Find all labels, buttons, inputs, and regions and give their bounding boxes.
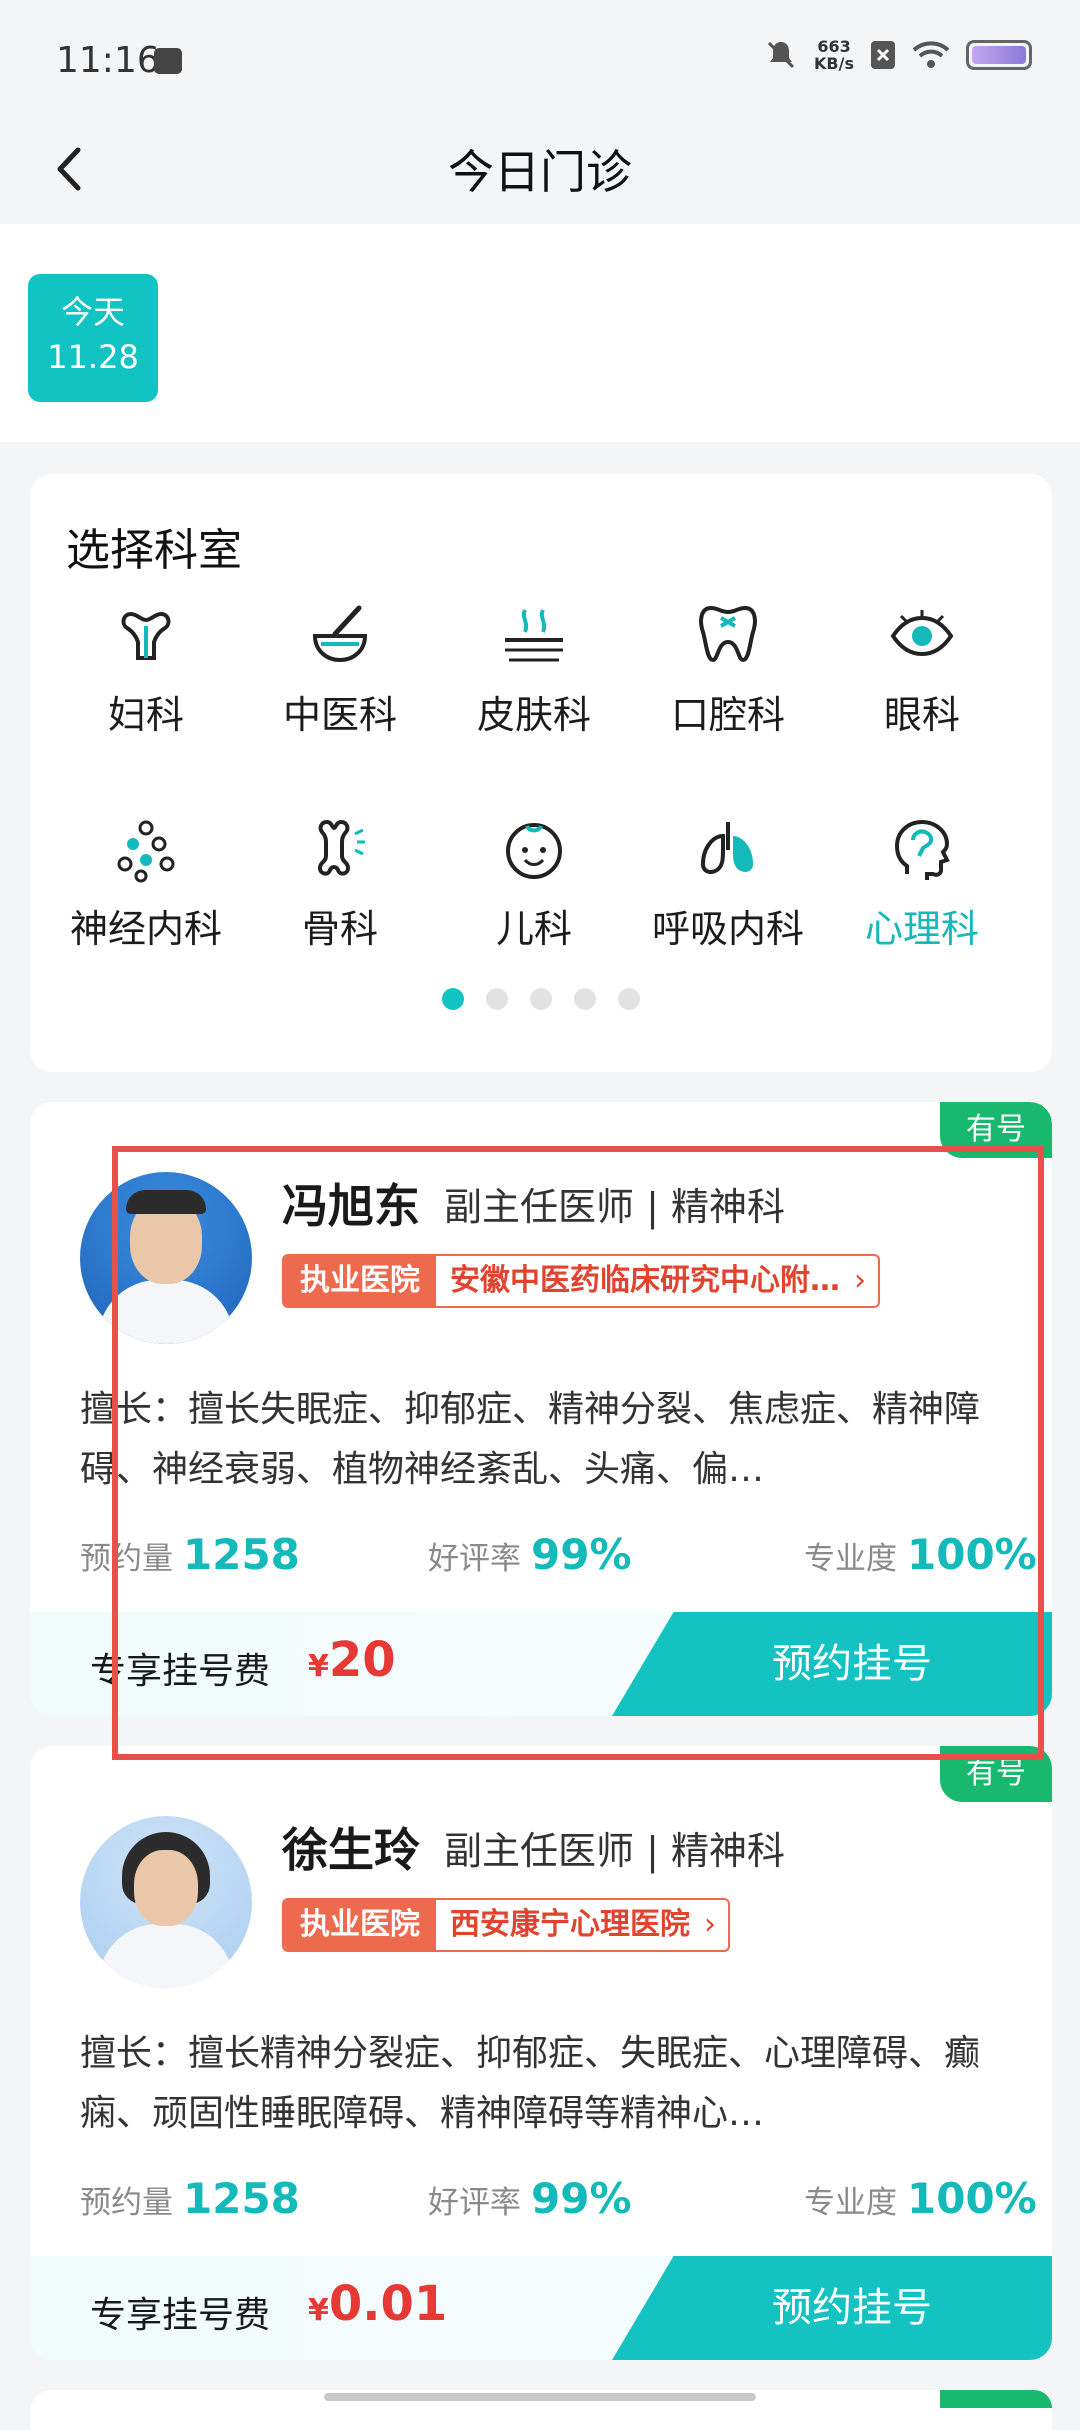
page-dot[interactable]	[442, 988, 464, 1010]
doctor-stats: 预约量 1258 好评率 99% 专业度 100%	[80, 1530, 1037, 1590]
doctor-card[interactable]: 有号 徐生玲 副主任医师 | 精神科 执业医院 西安康宁心理医院 › 擅长：擅长…	[30, 1746, 1052, 2360]
bone-icon	[317, 819, 365, 876]
dept-item-gynecology[interactable]: 妇科	[46, 600, 246, 739]
doctor-name: 冯旭东	[282, 1179, 420, 1233]
wifi-icon	[912, 41, 950, 68]
department-card: 选择科室 妇科 中医科 皮肤科 口腔科 眼科 神经内科 骨科 儿科 呼吸内科 心…	[30, 474, 1052, 1072]
fee-bar: 专享挂号费 ¥20 预约挂号	[30, 1612, 1052, 1716]
availability-badge: 有号	[940, 1746, 1052, 1802]
dept-label: 儿科	[495, 907, 572, 951]
battery-icon	[966, 40, 1032, 70]
fee-label: 专享挂号费	[90, 2295, 271, 2336]
hospital-name: 安徽中医药临床研究中心附…	[450, 1263, 840, 1298]
hospital-tag-label: 执业医院	[284, 1900, 436, 1950]
fee-price: ¥0.01	[308, 2276, 448, 2332]
dept-label: 中医科	[282, 693, 397, 737]
date-chip-value: 11.28	[47, 338, 139, 376]
tooth-icon	[699, 605, 757, 663]
mute-bell-icon	[767, 41, 795, 69]
stat-rating: 好评率 99%	[428, 2174, 632, 2223]
page-indicator	[30, 988, 1052, 1010]
availability-badge: 有号	[940, 1102, 1052, 1158]
availability-badge-partial	[940, 2390, 1052, 2408]
date-chip-label: 今天	[60, 293, 125, 331]
book-appointment-button[interactable]: 预约挂号	[612, 1612, 1052, 1716]
doctor-title: 副主任医师 | 精神科	[444, 1185, 785, 1229]
lungs-icon	[700, 822, 753, 874]
sim-off-icon	[871, 41, 895, 69]
dept-item-pediatrics[interactable]: 儿科	[434, 814, 634, 953]
stat-appointments: 预约量 1258	[80, 2174, 300, 2223]
skin-icon	[505, 609, 563, 662]
doctor-card[interactable]: 有号 冯旭东 副主任医师 | 精神科 执业医院 安徽中医药临床研究中心附… › …	[30, 1102, 1052, 1716]
doctor-title: 副主任医师 | 精神科	[444, 1829, 785, 1873]
dept-label: 妇科	[107, 693, 184, 737]
status-time: 11:16	[56, 40, 160, 81]
department-title: 选择科室	[66, 525, 242, 576]
status-icons: 663 KB/s	[764, 38, 1032, 72]
message-notification-icon	[154, 48, 182, 74]
dept-label: 口腔科	[670, 693, 785, 737]
dept-label: 呼吸内科	[651, 907, 804, 951]
hospital-tag[interactable]: 执业医院 西安康宁心理医院 ›	[282, 1898, 730, 1952]
stat-professionalism: 专业度 100%	[804, 1530, 1037, 1579]
dept-item-orthopedics[interactable]: 骨科	[240, 814, 440, 953]
dept-label: 心理科	[864, 907, 979, 951]
dept-item-dental[interactable]: 口腔科	[628, 600, 828, 739]
date-strip: 今天 11.28	[0, 224, 1080, 442]
baby-face-icon	[506, 823, 562, 879]
fee-label: 专享挂号费	[90, 1651, 271, 1692]
uterus-icon	[121, 611, 171, 660]
doctor-specialty: 擅长：擅长精神分裂症、抑郁症、失眠症、心理障碍、癫痫、顽固性睡眠障碍、精神障碍等…	[80, 2033, 981, 2134]
fee-price: ¥20	[308, 1632, 396, 1688]
book-appointment-button[interactable]: 预约挂号	[612, 2256, 1052, 2360]
nav-bar: 今日门诊	[0, 120, 1080, 224]
page-dot[interactable]	[618, 988, 640, 1010]
dept-label: 骨科	[301, 907, 378, 951]
stat-appointments: 预约量 1258	[80, 1530, 300, 1579]
dept-label: 眼科	[883, 693, 960, 737]
head-brain-icon	[894, 819, 950, 880]
dept-item-dermatology[interactable]: 皮肤科	[434, 600, 634, 739]
page-title: 今日门诊	[448, 145, 632, 199]
fee-bar: 专享挂号费 ¥0.01 预约挂号	[30, 2256, 1052, 2360]
page-dot[interactable]	[530, 988, 552, 1010]
dept-item-tcm[interactable]: 中医科	[240, 600, 440, 739]
dept-item-ophthalmology[interactable]: 眼科	[822, 600, 1022, 739]
network-speed: 663 KB/s	[814, 37, 854, 73]
chevron-right-icon: ›	[854, 1263, 866, 1298]
doctor-stats: 预约量 1258 好评率 99% 专业度 100%	[80, 2174, 1037, 2234]
page-dot[interactable]	[486, 988, 508, 1010]
chevron-right-icon: ›	[704, 1907, 716, 1942]
hospital-name: 西安康宁心理医院	[450, 1907, 690, 1942]
neuron-icon	[117, 820, 175, 883]
dept-label: 皮肤科	[476, 693, 591, 737]
date-chip-today[interactable]: 今天 11.28	[28, 274, 158, 402]
doctor-name: 徐生玲	[282, 1823, 420, 1877]
mortar-pestle-icon	[312, 605, 368, 663]
home-indicator[interactable]	[324, 2393, 756, 2401]
stat-rating: 好评率 99%	[428, 1530, 632, 1579]
hospital-tag-label: 执业医院	[284, 1256, 436, 1306]
dept-item-neurology[interactable]: 神经内科	[46, 814, 246, 953]
eye-icon	[890, 610, 954, 657]
dept-item-psychology[interactable]: 心理科	[822, 814, 1022, 953]
page-dot[interactable]	[574, 988, 596, 1010]
doctor-avatar	[80, 1816, 252, 1988]
dept-item-respiratory[interactable]: 呼吸内科	[628, 814, 828, 953]
doctor-specialty: 擅长：擅长失眠症、抑郁症、精神分裂、焦虑症、精神障碍、神经衰弱、植物神经紊乱、头…	[80, 1389, 981, 1490]
status-bar: 11:16 663 KB/s	[0, 0, 1080, 120]
doctor-avatar	[80, 1172, 252, 1344]
dept-label: 神经内科	[69, 907, 222, 951]
hospital-tag[interactable]: 执业医院 安徽中医药临床研究中心附… ›	[282, 1254, 880, 1308]
stat-professionalism: 专业度 100%	[804, 2174, 1037, 2223]
